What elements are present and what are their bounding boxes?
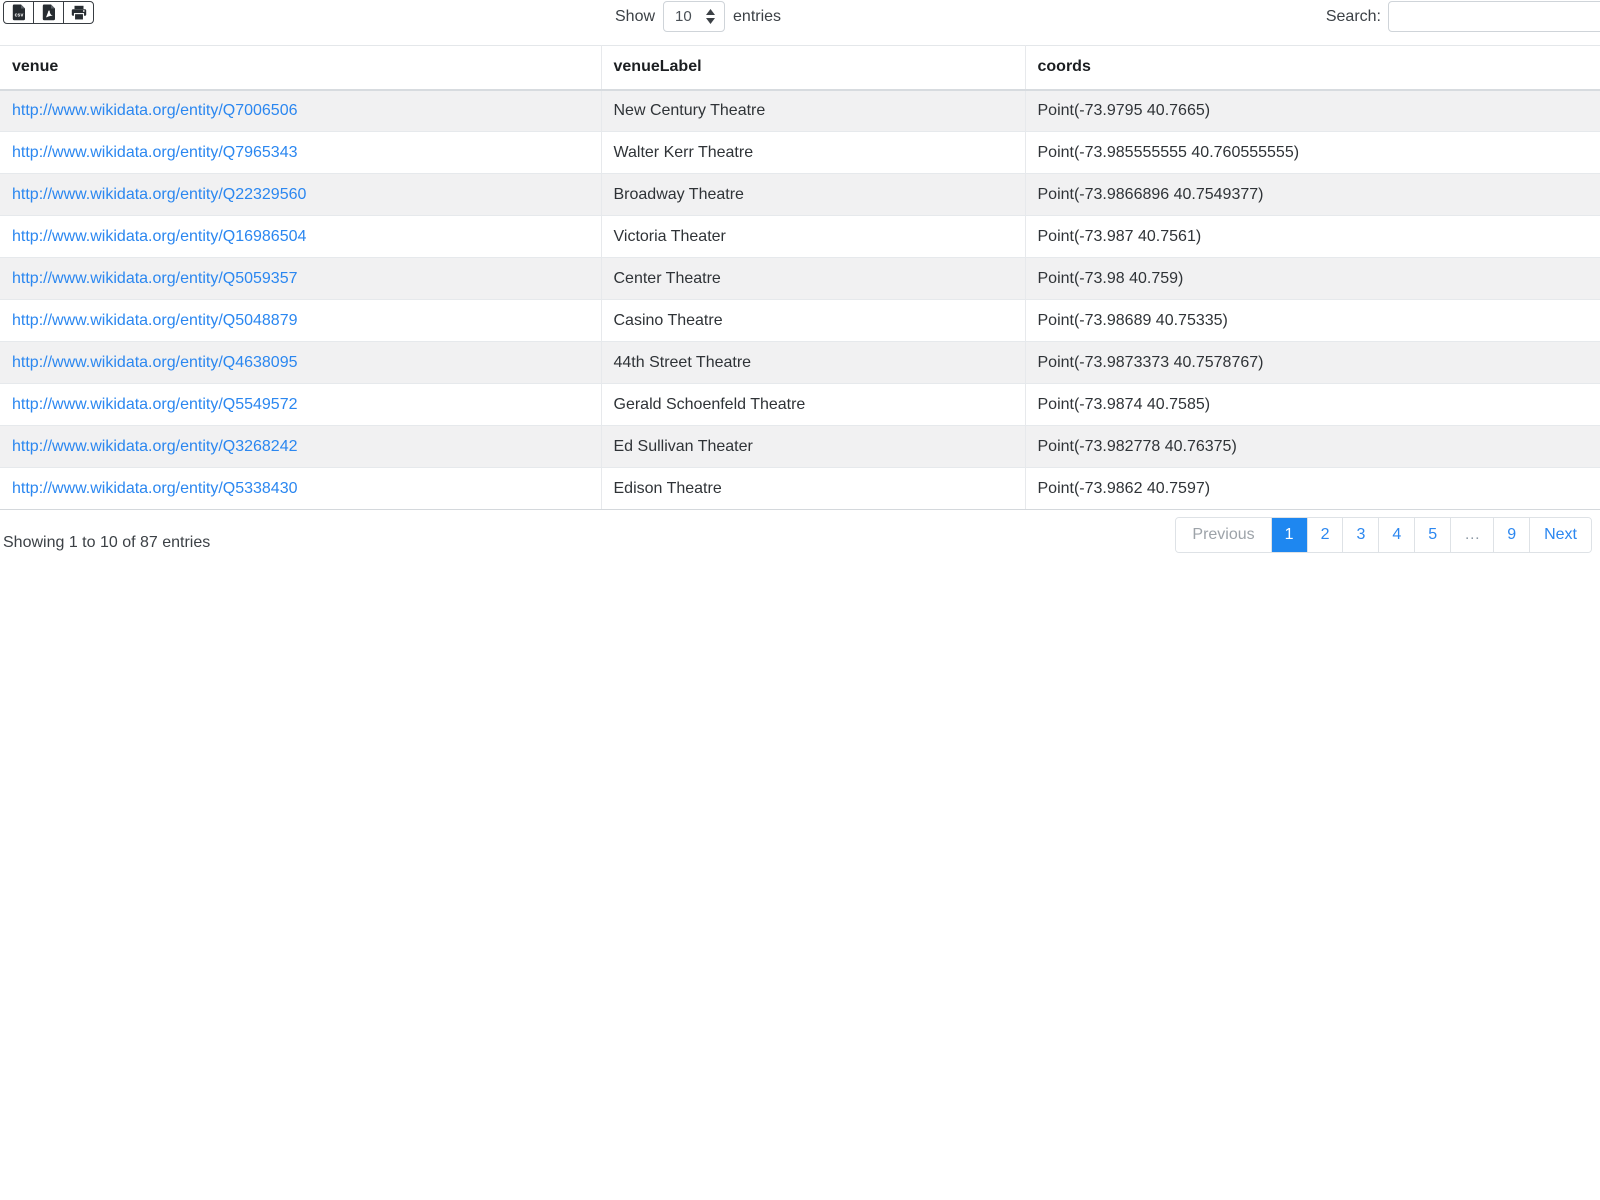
venue-link[interactable]: http://www.wikidata.org/entity/Q5048879 [12, 312, 298, 329]
coords-cell: Point(-73.9795 40.7665) [1025, 89, 1600, 132]
venue-label-cell: Walter Kerr Theatre [601, 131, 1026, 174]
coords-cell: Point(-73.9862 40.7597) [1025, 467, 1600, 510]
search-label: Search: [1325, 7, 1381, 25]
table-row: http://www.wikidata.org/entity/Q5549572 … [0, 383, 1600, 426]
venue-label-cell: Ed Sullivan Theater [601, 425, 1026, 468]
venue-link[interactable]: http://www.wikidata.org/entity/Q16986504 [12, 228, 306, 245]
venue-label-cell: Gerald Schoenfeld Theatre [601, 383, 1026, 426]
svg-text:csv: csv [14, 13, 23, 19]
venue-cell: http://www.wikidata.org/entity/Q16986504 [0, 215, 602, 258]
pagination-page-2[interactable]: 2 [1306, 518, 1343, 552]
coords-cell: Point(-73.982778 40.76375) [1025, 425, 1600, 468]
export-button-group: csv [3, 1, 94, 24]
venue-cell: http://www.wikidata.org/entity/Q4638095 [0, 341, 602, 384]
datatable-page: csv Show 10 entries Search: venue venueL… [0, 0, 1600, 582]
pagination-next-button[interactable]: Next [1529, 518, 1591, 552]
table-row: http://www.wikidata.org/entity/Q5059357 … [0, 257, 1600, 300]
table-row: http://www.wikidata.org/entity/Q16986504… [0, 215, 1600, 258]
venue-link[interactable]: http://www.wikidata.org/entity/Q5549572 [12, 396, 298, 413]
venue-cell: http://www.wikidata.org/entity/Q5338430 [0, 467, 602, 510]
column-header-venuelabel[interactable]: venueLabel [601, 45, 1026, 91]
venue-cell: http://www.wikidata.org/entity/Q3268242 [0, 425, 602, 468]
pagination-page-4[interactable]: 4 [1378, 518, 1415, 552]
print-icon [71, 5, 87, 21]
venue-cell: http://www.wikidata.org/entity/Q5048879 [0, 299, 602, 342]
column-header-venue[interactable]: venue [0, 45, 602, 91]
venue-cell: http://www.wikidata.org/entity/Q7006506 [0, 89, 602, 132]
venue-link[interactable]: http://www.wikidata.org/entity/Q3268242 [12, 438, 298, 455]
pagination-page-9[interactable]: 9 [1493, 518, 1530, 552]
venue-label-cell: Center Theatre [601, 257, 1026, 300]
search-input[interactable] [1388, 1, 1600, 32]
pagination: Previous 1 2 3 4 5 … 9 Next [1175, 517, 1592, 553]
pagination-page-1[interactable]: 1 [1270, 518, 1307, 552]
table-row: http://www.wikidata.org/entity/Q7965343 … [0, 131, 1600, 174]
pagination-previous-button[interactable]: Previous [1176, 518, 1271, 552]
pagination-page-3[interactable]: 3 [1342, 518, 1379, 552]
venue-cell: http://www.wikidata.org/entity/Q7965343 [0, 131, 602, 174]
entries-label: entries [733, 7, 782, 25]
table-row: http://www.wikidata.org/entity/Q7006506 … [0, 89, 1600, 132]
pdf-export-button[interactable] [33, 1, 64, 24]
pagination-page-5[interactable]: 5 [1414, 518, 1451, 552]
page-length-control: Show 10 entries [615, 1, 781, 32]
venue-link[interactable]: http://www.wikidata.org/entity/Q7965343 [12, 144, 298, 161]
venue-link[interactable]: http://www.wikidata.org/entity/Q4638095 [12, 354, 298, 371]
table-row: http://www.wikidata.org/entity/Q22329560… [0, 173, 1600, 216]
venue-link[interactable]: http://www.wikidata.org/entity/Q5338430 [12, 480, 298, 497]
coords-cell: Point(-73.98 40.759) [1025, 257, 1600, 300]
table-toolbar: csv Show 10 entries Search: [0, 0, 1600, 45]
venue-link[interactable]: http://www.wikidata.org/entity/Q5059357 [12, 270, 298, 287]
venue-cell: http://www.wikidata.org/entity/Q5059357 [0, 257, 602, 300]
pagination-ellipsis: … [1450, 518, 1494, 552]
entries-info: Showing 1 to 10 of 87 entries [3, 534, 211, 551]
show-label: Show [615, 7, 656, 25]
venue-label-cell: Victoria Theater [601, 215, 1026, 258]
table-row: http://www.wikidata.org/entity/Q5338430 … [0, 467, 1600, 510]
page-length-select[interactable]: 10 [663, 1, 726, 32]
results-table: venue venueLabel coords http://www.wikid… [0, 45, 1600, 510]
venue-label-cell: Casino Theatre [601, 299, 1026, 342]
file-csv-icon: csv [12, 4, 26, 21]
table-row: http://www.wikidata.org/entity/Q4638095 … [0, 341, 1600, 384]
venue-label-cell: Edison Theatre [601, 467, 1026, 510]
coords-cell: Point(-73.9874 40.7585) [1025, 383, 1600, 426]
file-pdf-icon [42, 4, 56, 21]
venue-label-cell: New Century Theatre [601, 89, 1026, 132]
column-header-coords[interactable]: coords [1025, 45, 1600, 91]
coords-cell: Point(-73.9866896 40.7549377) [1025, 173, 1600, 216]
table-row: http://www.wikidata.org/entity/Q3268242 … [0, 425, 1600, 468]
csv-export-button[interactable]: csv [3, 1, 34, 24]
print-button[interactable] [63, 1, 94, 24]
venue-link[interactable]: http://www.wikidata.org/entity/Q22329560 [12, 186, 306, 203]
table-footer: Showing 1 to 10 of 87 entries Previous 1… [0, 510, 1600, 582]
coords-cell: Point(-73.9873373 40.7578767) [1025, 341, 1600, 384]
venue-cell: http://www.wikidata.org/entity/Q22329560 [0, 173, 602, 216]
header-row: venue venueLabel coords [0, 45, 1600, 91]
coords-cell: Point(-73.985555555 40.760555555) [1025, 131, 1600, 174]
coords-cell: Point(-73.98689 40.75335) [1025, 299, 1600, 342]
venue-cell: http://www.wikidata.org/entity/Q5549572 [0, 383, 602, 426]
venue-link[interactable]: http://www.wikidata.org/entity/Q7006506 [12, 102, 298, 119]
coords-cell: Point(-73.987 40.7561) [1025, 215, 1600, 258]
venue-label-cell: Broadway Theatre [601, 173, 1026, 216]
venue-label-cell: 44th Street Theatre [601, 341, 1026, 384]
table-row: http://www.wikidata.org/entity/Q5048879 … [0, 299, 1600, 342]
search-control: Search: [1326, 1, 1600, 32]
